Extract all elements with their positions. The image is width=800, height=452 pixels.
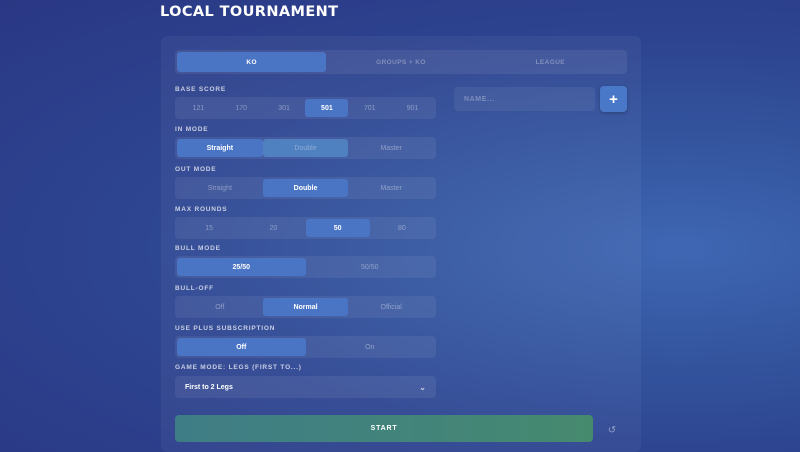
in-mode-option-straight[interactable]: Straight: [177, 139, 263, 157]
base-score-option-170[interactable]: 170: [220, 99, 263, 117]
base-score-option-501[interactable]: 501: [305, 99, 349, 117]
in-mode-option-double[interactable]: Double: [262, 139, 349, 157]
bull-mode-label: BULL MODE: [175, 245, 221, 252]
max-rounds-option-20[interactable]: 20: [241, 219, 305, 237]
game-mode-value: First to 2 Legs: [185, 383, 233, 391]
base-score-selector: 121 170 301 501 701 901: [175, 97, 436, 119]
mode-tabs: KO GROUPS + KO LEAGUE: [175, 50, 627, 74]
tab-league[interactable]: LEAGUE: [476, 52, 625, 72]
out-mode-option-straight[interactable]: Straight: [177, 179, 263, 197]
page-title: LOCAL TOURNAMENT: [160, 4, 339, 20]
player-name-input[interactable]: [454, 87, 595, 111]
max-rounds-selector: 15 20 50 80: [175, 217, 436, 239]
bull-off-label: BULL-OFF: [175, 285, 214, 292]
tab-ko[interactable]: KO: [177, 52, 327, 72]
in-mode-selector: Straight Double Master: [175, 137, 436, 159]
plus-subscription-option-on[interactable]: On: [306, 338, 435, 356]
tab-groups-ko[interactable]: GROUPS + KO: [326, 52, 475, 72]
bull-mode-selector: 25/50 50/50: [175, 256, 436, 278]
bull-off-option-official[interactable]: Official: [348, 298, 434, 316]
base-score-option-901[interactable]: 901: [391, 99, 434, 117]
max-rounds-option-80[interactable]: 80: [370, 219, 434, 237]
bull-mode-option-25-50[interactable]: 25/50: [177, 258, 306, 276]
max-rounds-option-15[interactable]: 15: [177, 219, 241, 237]
game-mode-select[interactable]: First to 2 Legs ⌄: [175, 376, 436, 398]
reset-icon: ↺: [607, 424, 617, 436]
in-mode-label: IN MODE: [175, 126, 209, 133]
reset-button[interactable]: ↺: [601, 419, 623, 441]
bull-mode-option-50-50[interactable]: 50/50: [306, 258, 435, 276]
plus-subscription-option-off[interactable]: Off: [177, 338, 306, 356]
base-score-option-701[interactable]: 701: [348, 99, 391, 117]
game-mode-label: GAME MODE: LEGS (FIRST TO...): [175, 364, 302, 371]
bull-off-selector: Off Normal Official: [175, 296, 436, 318]
base-score-option-301[interactable]: 301: [263, 99, 306, 117]
base-score-label: BASE SCORE: [175, 86, 226, 93]
add-player-button[interactable]: +: [600, 86, 627, 112]
out-mode-option-double[interactable]: Double: [262, 179, 349, 197]
start-button[interactable]: START: [175, 415, 593, 442]
chevron-down-icon: ⌄: [419, 382, 426, 392]
bull-off-option-normal[interactable]: Normal: [262, 298, 349, 316]
in-mode-option-master[interactable]: Master: [348, 139, 434, 157]
plus-subscription-label: USE PLUS SUBSCRIPTION: [175, 325, 276, 332]
bull-off-option-off[interactable]: Off: [177, 298, 263, 316]
out-mode-option-master[interactable]: Master: [348, 179, 434, 197]
max-rounds-option-50[interactable]: 50: [305, 219, 370, 237]
plus-icon: +: [609, 90, 618, 108]
base-score-option-121[interactable]: 121: [177, 99, 220, 117]
max-rounds-label: MAX ROUNDS: [175, 206, 228, 213]
out-mode-label: OUT MODE: [175, 166, 217, 173]
out-mode-selector: Straight Double Master: [175, 177, 436, 199]
plus-subscription-selector: Off On: [175, 336, 436, 358]
